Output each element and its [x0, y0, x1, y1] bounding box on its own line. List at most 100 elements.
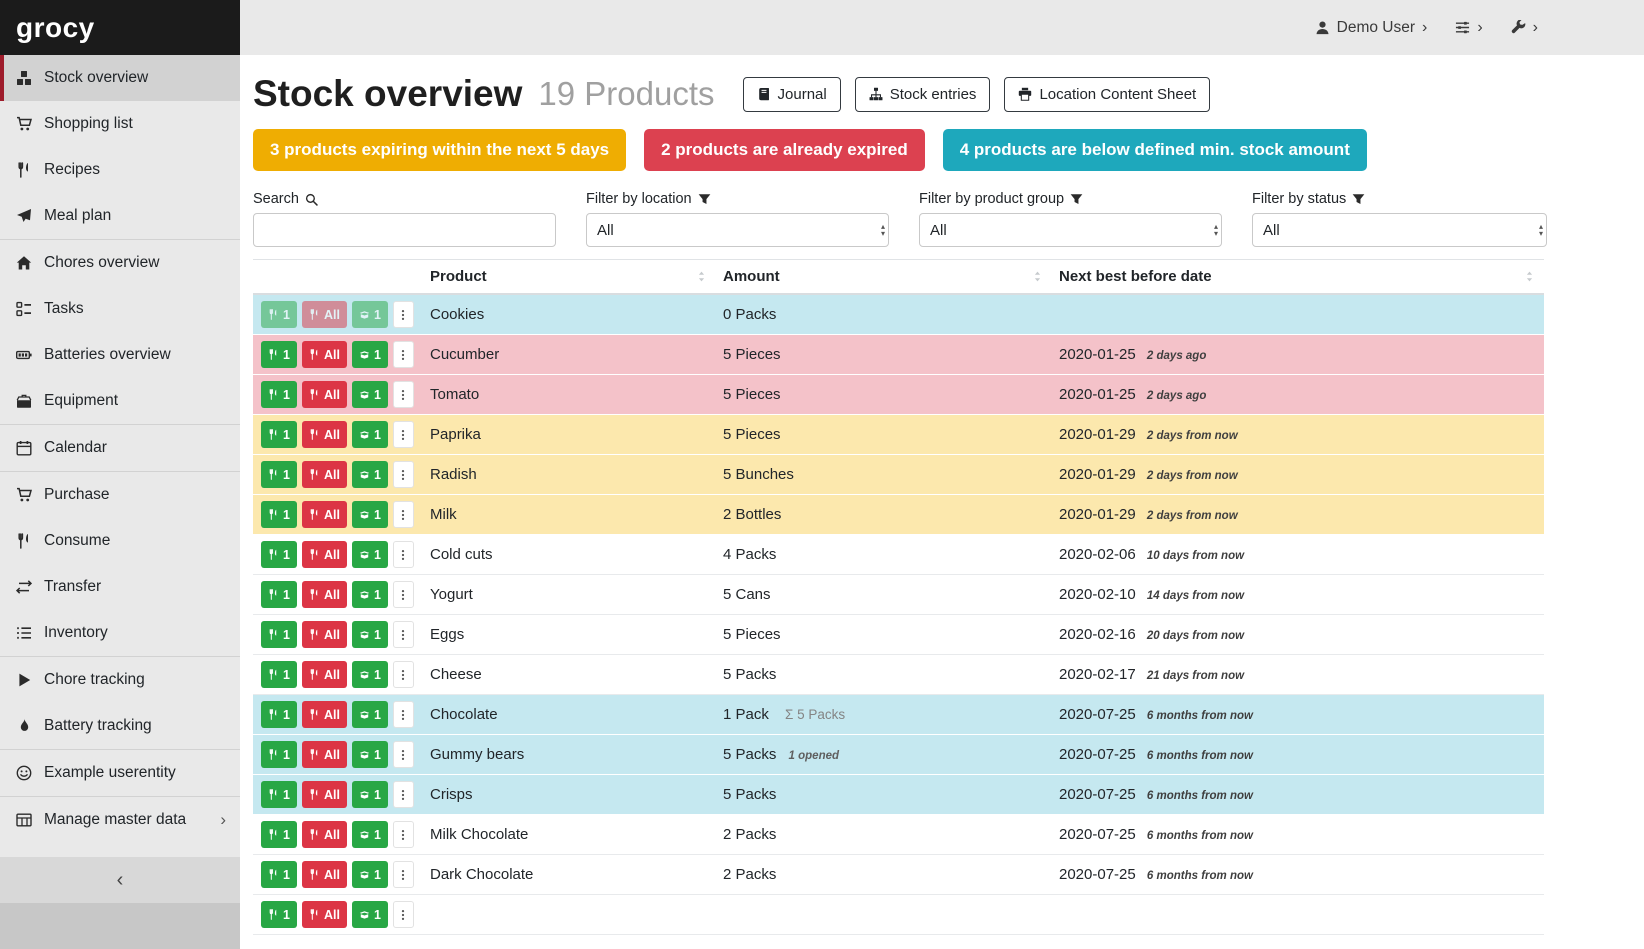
consume-all-button[interactable]: All: [302, 381, 347, 408]
product-name[interactable]: Cheese: [423, 666, 716, 683]
open-one-button[interactable]: 1: [352, 901, 388, 928]
settings-menu[interactable]: ›: [1455, 20, 1482, 36]
row-menu-button[interactable]: [393, 901, 414, 928]
sidebar-item-equipment[interactable]: Equipment: [0, 378, 240, 424]
row-menu-button[interactable]: [393, 781, 414, 808]
consume-all-button[interactable]: All: [302, 581, 347, 608]
sidebar-item-transfer[interactable]: Transfer: [0, 564, 240, 610]
row-menu-button[interactable]: [393, 861, 414, 888]
consume-one-button[interactable]: 1: [261, 501, 297, 528]
row-menu-button[interactable]: [393, 621, 414, 648]
sidebar-item-purchase[interactable]: Purchase: [0, 472, 240, 518]
product-name[interactable]: Cookies: [423, 306, 716, 323]
open-one-button[interactable]: 1: [352, 661, 388, 688]
open-one-button[interactable]: 1: [352, 381, 388, 408]
consume-one-button[interactable]: 1: [261, 901, 297, 928]
open-one-button[interactable]: 1: [352, 741, 388, 768]
consume-one-button[interactable]: 1: [261, 861, 297, 888]
sidebar-item-chore-tracking[interactable]: Chore tracking: [0, 657, 240, 703]
sidebar-item-stock-overview[interactable]: Stock overview: [0, 55, 240, 101]
open-one-button[interactable]: 1: [352, 301, 388, 328]
consume-all-button[interactable]: All: [302, 661, 347, 688]
row-menu-button[interactable]: [393, 541, 414, 568]
alert-danger[interactable]: 2 products are already expired: [644, 129, 925, 171]
row-menu-button[interactable]: [393, 741, 414, 768]
consume-all-button[interactable]: All: [302, 701, 347, 728]
consume-all-button[interactable]: All: [302, 901, 347, 928]
admin-menu[interactable]: ›: [1511, 20, 1538, 36]
sidebar-collapse-button[interactable]: ‹: [0, 857, 240, 903]
open-one-button[interactable]: 1: [352, 501, 388, 528]
search-input[interactable]: [253, 213, 556, 247]
consume-all-button[interactable]: All: [302, 741, 347, 768]
stock-entries-button[interactable]: Stock entries: [855, 77, 991, 112]
open-one-button[interactable]: 1: [352, 421, 388, 448]
row-menu-button[interactable]: [393, 301, 414, 328]
user-menu[interactable]: Demo User ›: [1315, 19, 1428, 37]
consume-all-button[interactable]: All: [302, 501, 347, 528]
consume-one-button[interactable]: 1: [261, 301, 297, 328]
location-filter-select[interactable]: All ▴▾: [586, 213, 889, 247]
consume-all-button[interactable]: All: [302, 861, 347, 888]
consume-all-button[interactable]: All: [302, 621, 347, 648]
sidebar-item-batteries-overview[interactable]: Batteries overview: [0, 332, 240, 378]
consume-one-button[interactable]: 1: [261, 541, 297, 568]
consume-one-button[interactable]: 1: [261, 821, 297, 848]
sidebar-item-manage-master-data[interactable]: Manage master data ›: [0, 797, 240, 843]
product-group-filter-select[interactable]: All ▴▾: [919, 213, 1222, 247]
consume-all-button[interactable]: All: [302, 541, 347, 568]
product-name[interactable]: Crisps: [423, 786, 716, 803]
product-name[interactable]: Milk: [423, 506, 716, 523]
sidebar-item-example-userentity[interactable]: Example userentity: [0, 750, 240, 796]
row-menu-button[interactable]: [393, 821, 414, 848]
product-name[interactable]: Chocolate: [423, 706, 716, 723]
row-menu-button[interactable]: [393, 701, 414, 728]
row-menu-button[interactable]: [393, 501, 414, 528]
column-header-next-best-before-date[interactable]: Next best before date: [1052, 260, 1544, 293]
sidebar-item-consume[interactable]: Consume: [0, 518, 240, 564]
row-menu-button[interactable]: [393, 421, 414, 448]
location-content-sheet-button[interactable]: Location Content Sheet: [1004, 77, 1210, 112]
sidebar-item-shopping-list[interactable]: Shopping list: [0, 101, 240, 147]
open-one-button[interactable]: 1: [352, 461, 388, 488]
journal-button[interactable]: Journal: [743, 77, 841, 112]
consume-one-button[interactable]: 1: [261, 741, 297, 768]
open-one-button[interactable]: 1: [352, 581, 388, 608]
row-menu-button[interactable]: [393, 381, 414, 408]
consume-all-button[interactable]: All: [302, 461, 347, 488]
product-name[interactable]: Gummy bears: [423, 746, 716, 763]
alert-warning[interactable]: 3 products expiring within the next 5 da…: [253, 129, 626, 171]
product-name[interactable]: Milk Chocolate: [423, 826, 716, 843]
product-name[interactable]: Eggs: [423, 626, 716, 643]
status-filter-select[interactable]: All ▴▾: [1252, 213, 1547, 247]
consume-all-button[interactable]: All: [302, 421, 347, 448]
consume-one-button[interactable]: 1: [261, 421, 297, 448]
consume-one-button[interactable]: 1: [261, 381, 297, 408]
sidebar-item-tasks[interactable]: Tasks: [0, 286, 240, 332]
consume-all-button[interactable]: All: [302, 781, 347, 808]
column-header-product[interactable]: Product: [423, 260, 716, 293]
row-menu-button[interactable]: [393, 661, 414, 688]
product-name[interactable]: Cucumber: [423, 346, 716, 363]
sidebar-item-battery-tracking[interactable]: Battery tracking: [0, 703, 240, 749]
product-name[interactable]: Tomato: [423, 386, 716, 403]
consume-one-button[interactable]: 1: [261, 701, 297, 728]
product-name[interactable]: Yogurt: [423, 586, 716, 603]
column-header-amount[interactable]: Amount: [716, 260, 1052, 293]
open-one-button[interactable]: 1: [352, 701, 388, 728]
row-menu-button[interactable]: [393, 461, 414, 488]
open-one-button[interactable]: 1: [352, 341, 388, 368]
consume-all-button[interactable]: All: [302, 341, 347, 368]
open-one-button[interactable]: 1: [352, 541, 388, 568]
open-one-button[interactable]: 1: [352, 821, 388, 848]
sidebar-item-inventory[interactable]: Inventory: [0, 610, 240, 656]
row-menu-button[interactable]: [393, 581, 414, 608]
product-name[interactable]: Paprika: [423, 426, 716, 443]
product-name[interactable]: Dark Chocolate: [423, 866, 716, 883]
sidebar-item-calendar[interactable]: Calendar: [0, 425, 240, 471]
consume-one-button[interactable]: 1: [261, 581, 297, 608]
consume-one-button[interactable]: 1: [261, 781, 297, 808]
consume-all-button[interactable]: All: [302, 821, 347, 848]
sidebar-item-chores-overview[interactable]: Chores overview: [0, 240, 240, 286]
alert-info[interactable]: 4 products are below defined min. stock …: [943, 129, 1367, 171]
